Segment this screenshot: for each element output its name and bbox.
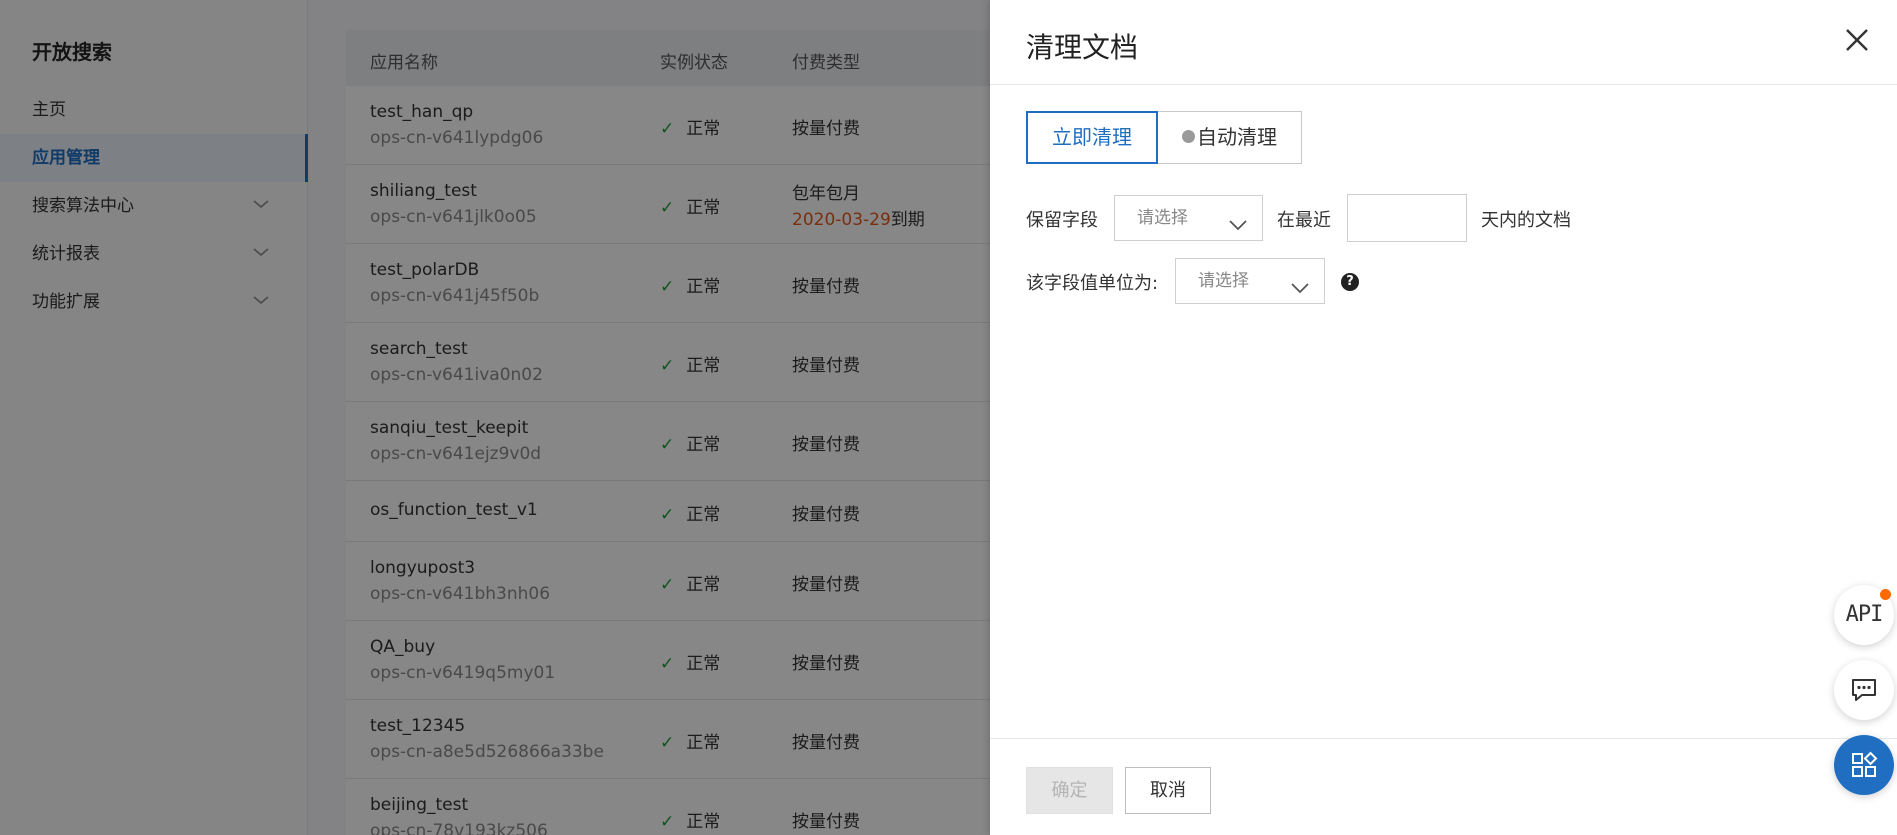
apps-icon [1850, 751, 1878, 783]
api-icon: API [1845, 602, 1884, 627]
drawer-title: 清理文档 [1026, 31, 1139, 64]
radio-dot-icon [1182, 130, 1195, 143]
days-input[interactable] [1347, 194, 1467, 242]
days-suffix-label: 天内的文档 [1481, 210, 1571, 231]
help-icon[interactable]: ? [1341, 273, 1359, 291]
select-placeholder: 请选择 [1137, 208, 1188, 228]
header-divider [990, 84, 1897, 85]
chat-icon [1850, 676, 1878, 708]
modal-overlay[interactable] [0, 0, 990, 835]
retain-field-label: 保留字段 [1026, 210, 1098, 231]
close-icon[interactable] [1843, 26, 1871, 54]
tab-label: 自动清理 [1197, 125, 1277, 149]
unit-label: 该字段值单位为: [1026, 273, 1159, 294]
retain-field-select[interactable]: 请选择 [1114, 195, 1263, 241]
confirm-button[interactable]: 确定 [1026, 767, 1113, 814]
apps-button[interactable] [1834, 735, 1894, 795]
tab-auto-clean[interactable]: 自动清理 [1158, 111, 1302, 164]
api-button[interactable]: API [1834, 585, 1894, 645]
recent-label: 在最近 [1277, 210, 1331, 231]
chevron-down-icon [1290, 271, 1310, 315]
chat-button[interactable] [1834, 660, 1894, 720]
cancel-button[interactable]: 取消 [1125, 767, 1211, 814]
select-placeholder: 请选择 [1198, 271, 1249, 291]
clean-documents-drawer: 清理文档 立即清理 自动清理 保留字段 请选择 在最近 天内的文档 该字段值单位… [990, 0, 1897, 835]
chevron-down-icon [1228, 208, 1248, 252]
tab-clean-now[interactable]: 立即清理 [1026, 111, 1158, 164]
notification-dot [1880, 589, 1891, 600]
footer-divider [990, 738, 1897, 739]
clean-mode-tabs: 立即清理 自动清理 [1026, 111, 1302, 164]
unit-select[interactable]: 请选择 [1175, 258, 1325, 304]
